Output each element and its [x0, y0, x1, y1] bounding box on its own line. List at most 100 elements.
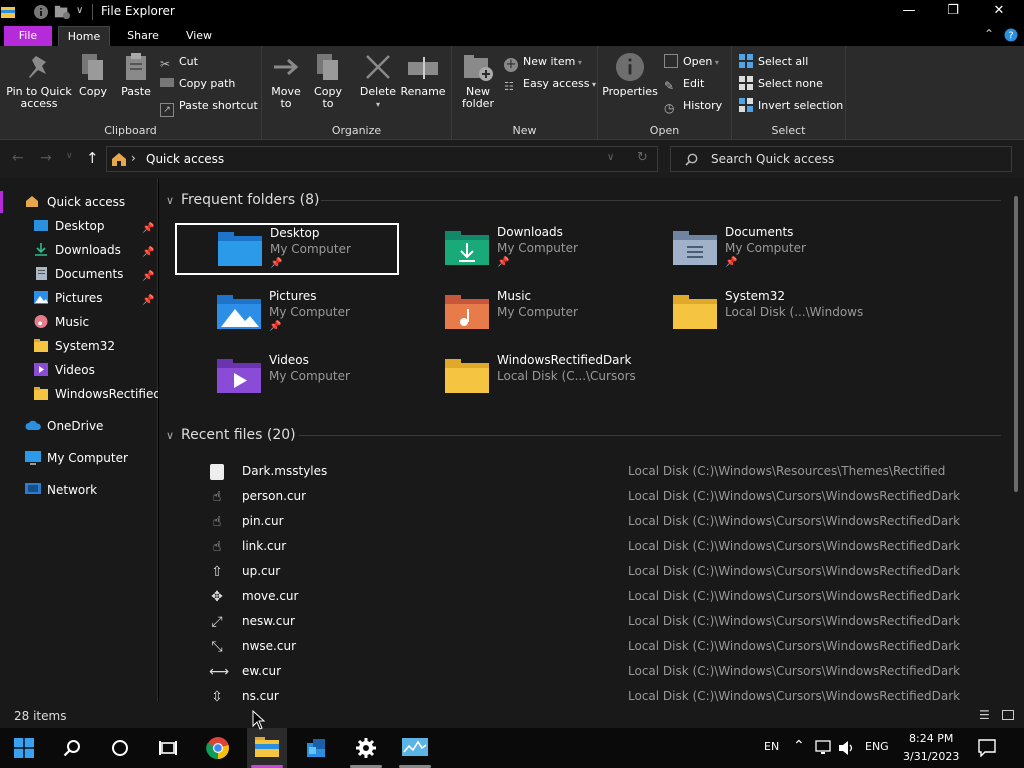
cortana-icon — [112, 740, 128, 756]
settings-button[interactable] — [346, 728, 386, 768]
start-button[interactable] — [4, 728, 44, 768]
nav-item-documents[interactable]: Documents 📌 — [0, 262, 158, 286]
paste-shortcut-button[interactable]: ↗ Paste shortcut — [160, 97, 258, 117]
recent-file-row[interactable]: ⇧ up.cur Local Disk (C:)\Windows\Cursors… — [159, 560, 1024, 585]
new-folder-icon[interactable] — [54, 4, 70, 20]
show-hidden-icons-icon[interactable]: ⌃ — [793, 738, 805, 754]
recent-file-row[interactable]: ☝ link.cur Local Disk (C:)\Windows\Curso… — [159, 535, 1024, 560]
tab-file[interactable]: File — [4, 26, 52, 46]
folder-tile-pictures[interactable]: Pictures My Computer 📌 — [175, 287, 399, 339]
folder-tile-documents[interactable]: Documents My Computer 📌 — [631, 223, 855, 275]
maximize-button[interactable]: ❐ — [930, 0, 976, 24]
nav-item-windowsrectifieddark[interactable]: WindowsRectifiedDark — [0, 382, 158, 406]
folder-tile-music[interactable]: Music My Computer — [403, 287, 627, 339]
up-arrow-icon[interactable]: ↑ — [86, 149, 99, 167]
large-icons-view-icon[interactable] — [1002, 710, 1014, 720]
close-button[interactable]: ✕ — [976, 0, 1022, 24]
nav-item-my-computer[interactable]: My Computer — [0, 446, 158, 470]
recent-file-row[interactable]: ☝ person.cur Local Disk (C:)\Windows\Cur… — [159, 485, 1024, 510]
frequent-folders-heading[interactable]: Frequent folders (8) — [181, 192, 320, 208]
folder-tile-downloads[interactable]: Downloads My Computer 📌 — [403, 223, 627, 275]
new-folder-button[interactable]: New folder — [458, 52, 498, 110]
address-dropdown-icon[interactable]: ∨ — [607, 152, 614, 163]
nav-item-desktop[interactable]: Desktop 📌 — [0, 214, 158, 238]
file-explorer-taskbar-button[interactable] — [247, 728, 287, 768]
search-box[interactable]: Search Quick access — [670, 146, 1012, 172]
chrome-button[interactable] — [198, 728, 238, 768]
delete-dropdown-icon[interactable]: ▾ — [376, 100, 380, 109]
tab-share[interactable]: Share — [118, 26, 168, 46]
delete-button[interactable]: Delete ▾ — [358, 52, 398, 111]
collapse-ribbon-icon[interactable]: ⌃ — [984, 27, 994, 41]
collapse-chevron-icon[interactable]: ∨ — [166, 194, 174, 207]
nav-item-quick-access[interactable]: Quick access — [0, 190, 158, 214]
recent-file-row[interactable]: ✥ move.cur Local Disk (C:)\Windows\Curso… — [159, 585, 1024, 610]
recent-file-row[interactable]: ⤢ nesw.cur Local Disk (C:)\Windows\Curso… — [159, 610, 1024, 635]
cortana-button[interactable] — [100, 728, 140, 768]
tab-home[interactable]: Home — [58, 26, 110, 46]
cut-button[interactable]: ✂ Cut — [160, 53, 198, 73]
properties-button[interactable]: Properties — [602, 52, 658, 98]
recent-file-row[interactable]: ⟷ ew.cur Local Disk (C:)\Windows\Cursors… — [159, 660, 1024, 685]
folder-location: My Computer — [725, 241, 806, 255]
help-icon[interactable]: ? — [1004, 28, 1018, 42]
clock-date[interactable]: 3/31/2023 — [903, 750, 959, 763]
folder-tile-desktop[interactable]: Desktop My Computer 📌 — [175, 223, 399, 275]
copy-path-button[interactable]: Copy path — [160, 75, 235, 95]
clock-time[interactable]: 8:24 PM — [909, 732, 953, 745]
notification-center-icon[interactable] — [978, 739, 996, 757]
file-name: link.cur — [242, 539, 287, 553]
breadcrumb-quick-access[interactable]: Quick access — [146, 152, 224, 166]
select-none-button[interactable]: Select none — [739, 75, 823, 95]
nav-item-system32[interactable]: System32 — [0, 334, 158, 358]
collapse-chevron-icon[interactable]: ∨ — [166, 429, 174, 442]
copy-button[interactable]: Copy — [76, 52, 110, 98]
forward-arrow-icon[interactable]: → — [40, 150, 52, 166]
edit-button[interactable]: ✎ Edit — [664, 75, 704, 95]
network-status-icon[interactable] — [815, 740, 833, 756]
nav-item-network[interactable]: Network — [0, 478, 158, 502]
search-button[interactable] — [52, 728, 92, 768]
nav-item-onedrive[interactable]: OneDrive — [0, 414, 158, 438]
address-bar[interactable]: › Quick access ∨ ↻ — [106, 146, 658, 172]
new-item-button[interactable]: + New item ▾ — [504, 53, 582, 73]
nav-item-music[interactable]: Music — [0, 310, 158, 334]
vertical-scrollbar[interactable] — [1014, 196, 1018, 492]
recent-file-row[interactable]: Dark.msstyles Local Disk (C:)\Windows\Re… — [159, 460, 1024, 485]
search-input[interactable]: Search Quick access — [711, 152, 834, 166]
paste-button[interactable]: Paste — [118, 52, 154, 98]
task-view-button[interactable] — [148, 728, 188, 768]
history-button[interactable]: ◷ History — [664, 97, 722, 117]
refresh-icon[interactable]: ↻ — [637, 150, 648, 165]
chevron-down-icon[interactable]: ∨ — [76, 5, 83, 16]
properties-icon[interactable] — [33, 4, 49, 20]
tab-view[interactable]: View — [176, 26, 222, 46]
copy-to-button[interactable]: Copy to — [310, 52, 346, 110]
input-language-short[interactable]: EN — [764, 740, 779, 753]
folder-tile-windowsrectifieddark[interactable]: WindowsRectifiedDark Local Disk (C...\Cu… — [403, 351, 636, 403]
folder-tile-videos[interactable]: Videos My Computer — [175, 351, 399, 403]
open-button[interactable]: Open ▾ — [664, 53, 719, 73]
nav-item-videos[interactable]: Videos — [0, 358, 158, 382]
pin-to-quick-access-button[interactable]: Pin to Quick access — [4, 52, 74, 110]
easy-access-button[interactable]: ☷ Easy access ▾ — [504, 75, 596, 95]
select-all-button[interactable]: Select all — [739, 53, 808, 73]
minimize-button[interactable]: — — [886, 0, 932, 24]
rename-button[interactable]: Rename — [400, 52, 446, 98]
recent-locations-chevron-icon[interactable]: ∨ — [66, 151, 73, 161]
recent-files-heading[interactable]: Recent files (20) — [181, 427, 296, 443]
volume-icon[interactable] — [838, 740, 856, 756]
recent-file-row[interactable]: ⤡ nwse.cur Local Disk (C:)\Windows\Curso… — [159, 635, 1024, 660]
recent-file-row[interactable]: ☝ pin.cur Local Disk (C:)\Windows\Cursor… — [159, 510, 1024, 535]
back-arrow-icon[interactable]: ← — [12, 150, 24, 166]
move-to-button[interactable]: Move to — [268, 52, 304, 110]
nav-item-pictures[interactable]: Pictures 📌 — [0, 286, 158, 310]
app-button[interactable] — [296, 728, 336, 768]
nav-item-downloads[interactable]: Downloads 📌 — [0, 238, 158, 262]
invert-selection-button[interactable]: Invert selection — [739, 97, 843, 117]
folder-tile-system32[interactable]: System32 Local Disk (...\Windows — [631, 287, 863, 339]
resource-monitor-button[interactable] — [395, 728, 435, 768]
details-view-icon[interactable]: ☰ — [979, 708, 990, 722]
file-path: Local Disk (C:)\Windows\Resources\Themes… — [628, 464, 946, 478]
input-language[interactable]: ENG — [865, 740, 889, 753]
